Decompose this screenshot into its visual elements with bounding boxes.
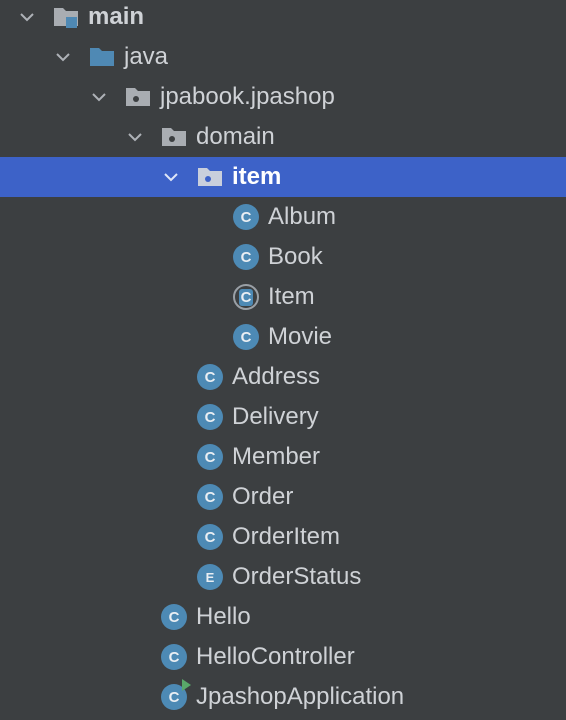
package-icon (196, 163, 224, 191)
tree-node-orderitem[interactable]: C OrderItem (0, 517, 566, 557)
tree-node-movie[interactable]: C Movie (0, 317, 566, 357)
tree-node-member[interactable]: C Member (0, 437, 566, 477)
tree-node-label: item (232, 163, 282, 190)
tree-node-order[interactable]: C Order (0, 477, 566, 517)
tree-node-item-class[interactable]: C Item (0, 277, 566, 317)
tree-node-label: Movie (268, 323, 333, 350)
chevron-down-icon[interactable] (16, 6, 38, 28)
run-badge-icon (182, 679, 191, 691)
tree-node-label: HelloController (196, 643, 355, 670)
class-icon: C (232, 243, 260, 271)
class-icon: C (196, 443, 224, 471)
chevron-down-icon[interactable] (160, 166, 182, 188)
tree-node-jpabook-jpashop[interactable]: jpabook.jpashop (0, 77, 566, 117)
class-icon: C (196, 483, 224, 511)
tree-node-label: Book (268, 243, 323, 270)
tree-node-album[interactable]: C Album (0, 197, 566, 237)
chevron-down-icon[interactable] (124, 126, 146, 148)
tree-node-item-package[interactable]: item (0, 157, 566, 197)
class-icon: C (196, 403, 224, 431)
tree-node-label: domain (196, 123, 275, 150)
tree-node-java[interactable]: java (0, 37, 566, 77)
tree-node-label: Order (232, 483, 294, 510)
tree-node-hello[interactable]: C Hello (0, 597, 566, 637)
source-root-folder-icon (52, 3, 80, 31)
class-icon: C (196, 523, 224, 551)
tree-node-label: Item (268, 283, 315, 310)
enum-icon: E (196, 563, 224, 591)
tree-node-main[interactable]: main (0, 0, 566, 37)
source-folder-icon (88, 43, 116, 71)
tree-node-label: OrderStatus (232, 563, 362, 590)
class-icon: C (196, 363, 224, 391)
class-icon: C (232, 203, 260, 231)
tree-node-label: OrderItem (232, 523, 341, 550)
tree-node-label: Hello (196, 603, 251, 630)
tree-node-label: Member (232, 443, 321, 470)
chevron-down-icon[interactable] (52, 46, 74, 68)
tree-node-delivery[interactable]: C Delivery (0, 397, 566, 437)
package-icon (124, 83, 152, 111)
class-icon: C (232, 323, 260, 351)
project-tree: main java jpabook.jpashop domain item C (0, 0, 566, 720)
tree-node-label: JpashopApplication (196, 683, 405, 710)
tree-node-orderstatus[interactable]: E OrderStatus (0, 557, 566, 597)
tree-node-address[interactable]: C Address (0, 357, 566, 397)
class-icon: C (160, 603, 188, 631)
tree-node-book[interactable]: C Book (0, 237, 566, 277)
tree-node-domain[interactable]: domain (0, 117, 566, 157)
tree-node-label: java (124, 43, 169, 70)
class-icon: C (160, 643, 188, 671)
tree-node-label: main (88, 3, 145, 30)
abstract-class-icon: C (232, 283, 260, 311)
tree-node-jpashopapplication[interactable]: C JpashopApplication (0, 677, 566, 717)
chevron-down-icon[interactable] (88, 86, 110, 108)
tree-node-label: jpabook.jpashop (160, 83, 335, 110)
tree-node-hellocontroller[interactable]: C HelloController (0, 637, 566, 677)
runnable-class-icon: C (160, 679, 191, 711)
tree-node-label: Album (268, 203, 337, 230)
package-icon (160, 123, 188, 151)
tree-node-label: Delivery (232, 403, 319, 430)
tree-node-label: Address (232, 363, 321, 390)
